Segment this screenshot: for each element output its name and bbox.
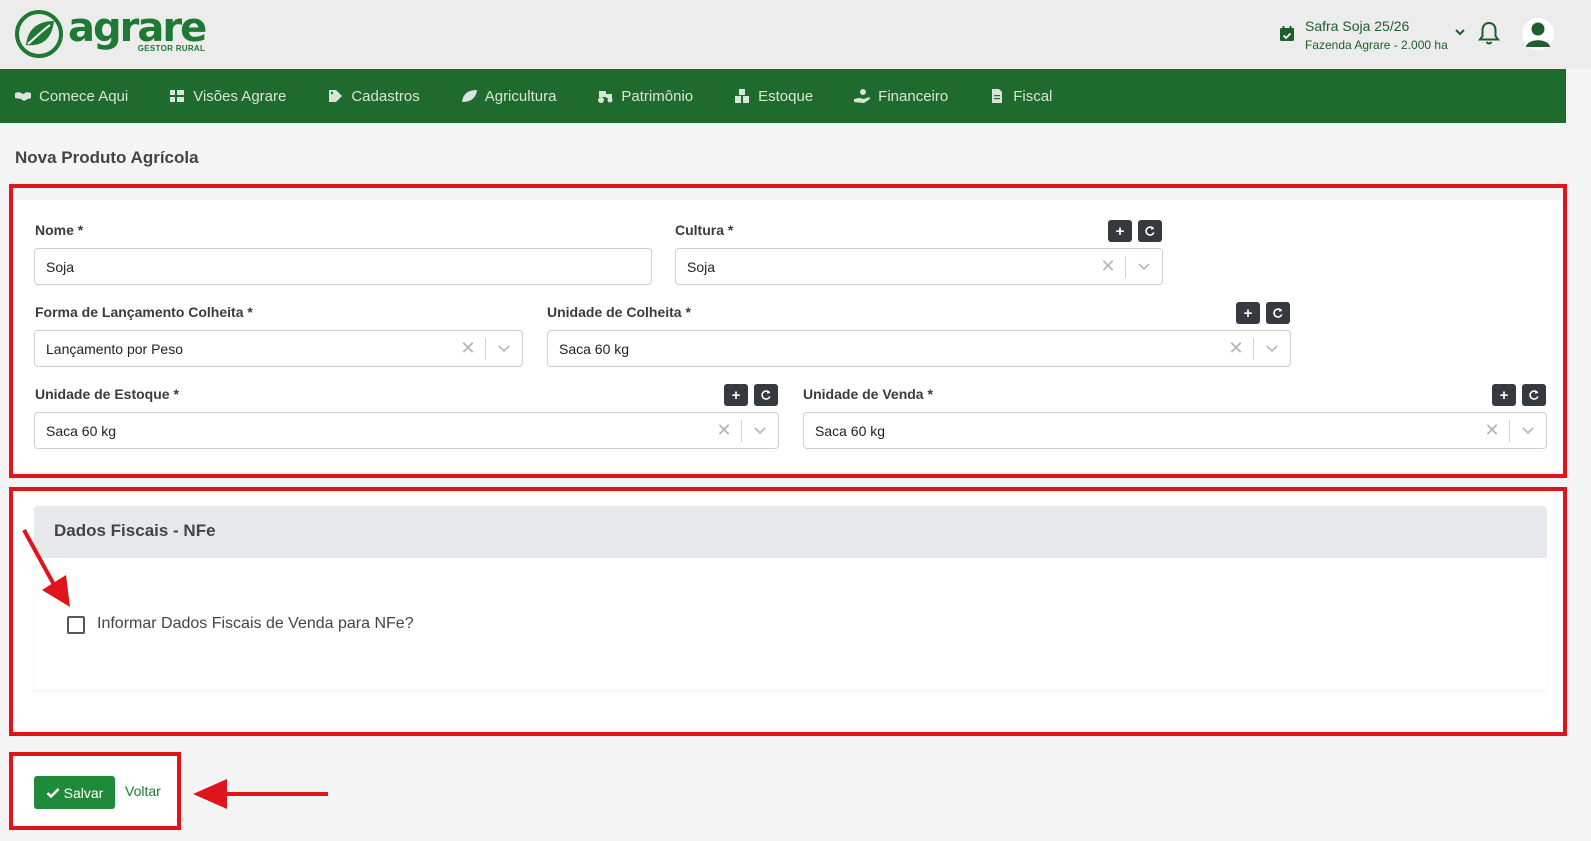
logo-subtitle: GESTOR RURAL	[137, 44, 206, 53]
leaf-logo-icon	[15, 10, 63, 58]
nav-label: Cadastros	[351, 87, 420, 105]
tractor-icon	[598, 91, 613, 103]
nav-label: Patrimônio	[621, 87, 694, 105]
document-icon	[992, 89, 1003, 103]
tag-icon	[329, 90, 343, 102]
nav-cadastros[interactable]: Cadastros	[326, 87, 420, 105]
nav-label: Estoque	[758, 87, 814, 105]
user-icon	[1526, 22, 1550, 47]
safra-selector[interactable]: Safra Soja 25/26 Fazenda Agrare - 2.000 …	[1278, 16, 1466, 54]
grid-icon	[170, 90, 185, 102]
hand-money-icon	[854, 89, 871, 103]
nav-label: Fiscal	[1013, 87, 1053, 105]
bell-icon[interactable]	[1477, 20, 1501, 46]
nav-label: Agricultura	[484, 87, 557, 105]
page-title: Nova Produto Agrícola	[15, 148, 199, 167]
annotation-box-actions	[9, 752, 181, 830]
nav-agricultura[interactable]: Agricultura	[460, 87, 557, 105]
logo[interactable]: agrare GESTOR RURAL	[14, 5, 207, 59]
nav-estoque[interactable]: Estoque	[733, 88, 813, 105]
nav-patrimonio[interactable]: Patrimônio	[596, 88, 693, 105]
nav-label: Financeiro	[878, 87, 949, 105]
nav-fiscal[interactable]: Fiscal	[988, 88, 1052, 105]
boxes-icon	[735, 89, 750, 103]
nav-financeiro[interactable]: Financeiro	[853, 88, 948, 105]
main-nav: Comece Aqui Visões Agrare Cadastros Agri…	[0, 69, 1566, 123]
safra-subtitle: Fazenda Agrare - 2.000 ha	[1305, 38, 1448, 52]
leaf-icon	[461, 90, 477, 102]
logo-name: agrare	[68, 5, 207, 51]
nav-label: Visões Agrare	[193, 87, 287, 105]
annotation-box-form	[9, 184, 1567, 478]
calendar-check-icon	[1280, 26, 1294, 41]
handshake-icon	[15, 92, 31, 101]
user-avatar[interactable]	[1522, 18, 1554, 50]
nav-comece-aqui[interactable]: Comece Aqui	[14, 88, 128, 105]
nav-visoes-agrare[interactable]: Visões Agrare	[168, 88, 286, 105]
nav-label: Comece Aqui	[39, 87, 129, 105]
chevron-down-icon[interactable]	[1454, 26, 1466, 38]
annotation-box-fiscal	[9, 487, 1567, 736]
top-header: agrare GESTOR RURAL Safra Soja 25/26 Faz…	[0, 0, 1591, 69]
safra-title: Safra Soja 25/26	[1305, 18, 1410, 34]
annotation-arrow-save	[193, 779, 328, 809]
